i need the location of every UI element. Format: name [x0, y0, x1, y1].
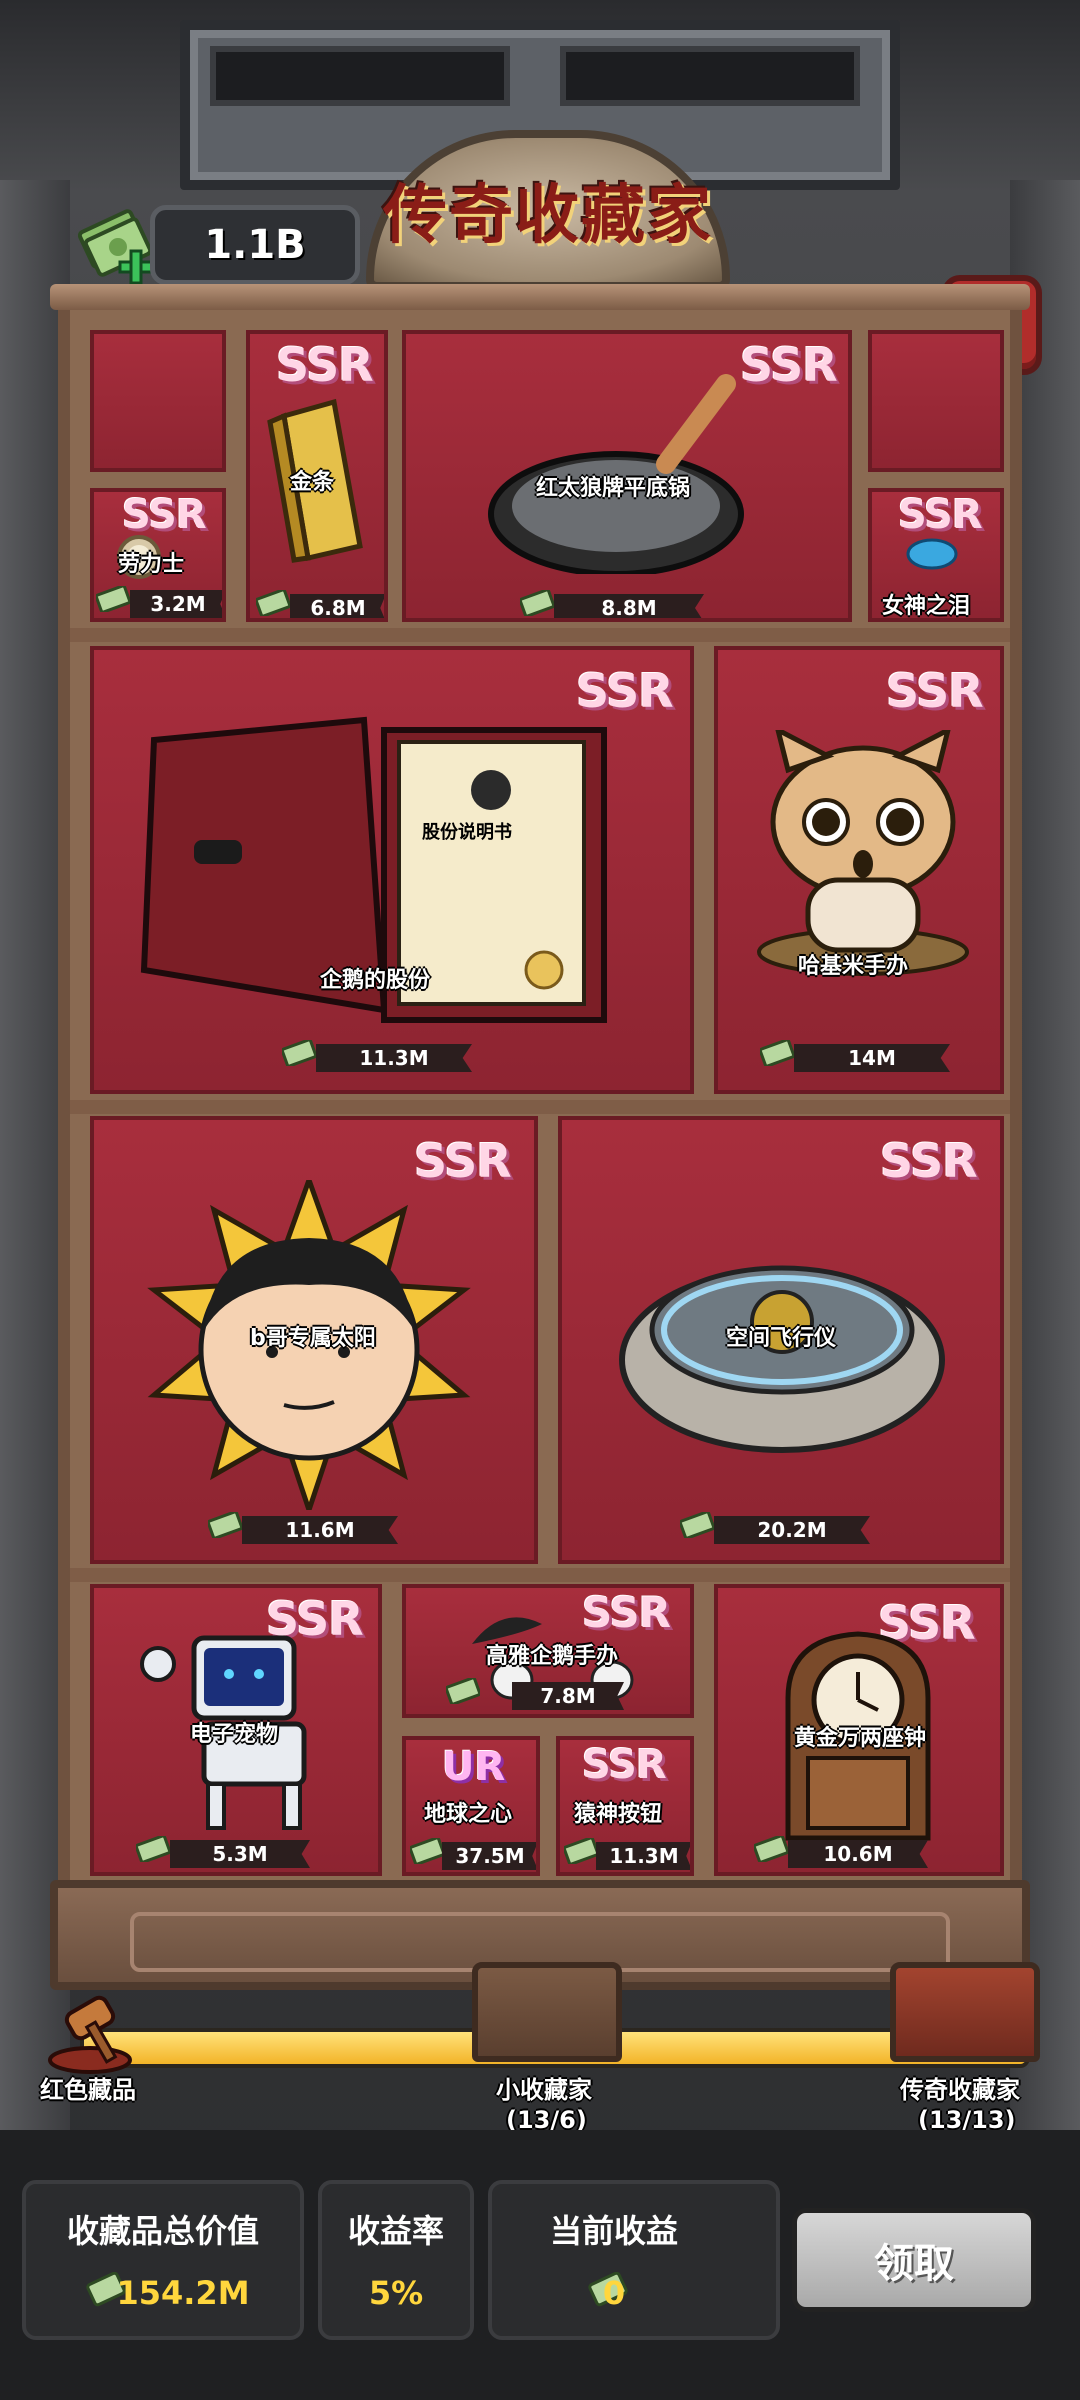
money-balance: 1.1B [150, 205, 360, 285]
shelf [70, 1568, 1010, 1582]
item-name: b哥专属太阳 [250, 1326, 376, 1351]
claim-button[interactable]: 领取 [792, 2208, 1036, 2312]
total-value-box: 收藏品总价值 154.2M [22, 2180, 304, 2340]
item-name: 红太狼牌平底锅 [536, 476, 691, 501]
cash-icon [758, 1038, 796, 1068]
current-earnings-title: 当前收益 [549, 2212, 678, 2250]
item-value: 14M [794, 1044, 950, 1072]
cash-icon [678, 1510, 716, 1540]
cash-icon [134, 1834, 172, 1864]
shelf [70, 628, 1010, 642]
current-earnings-box: 当前收益 0 [488, 2180, 780, 2340]
total-value: 154.2M [116, 2274, 250, 2312]
item-value: 37.5M [442, 1842, 536, 1870]
item-name: 金条 [290, 470, 335, 495]
item-name: 空间飞行仪 [726, 1326, 837, 1351]
rarity-badge: SSR [880, 1134, 978, 1188]
rate-title: 收益率 [347, 2212, 444, 2250]
item-name: 劳力士 [118, 552, 185, 577]
item-value: 11.3M [596, 1842, 690, 1870]
cash-icon [444, 1676, 482, 1706]
item-name: 哈基米手办 [798, 954, 909, 979]
chest-small-collector[interactable] [472, 1962, 622, 2062]
item-value: 10.6M [788, 1840, 928, 1868]
item-slot-earth-heart[interactable]: UR 地球之心 37.5M [402, 1736, 540, 1876]
cat-figure-icon [757, 730, 969, 976]
total-value-title: 收藏品总价值 [66, 2212, 259, 2250]
window-pane [210, 46, 510, 106]
item-name: 高雅企鹅手办 [486, 1644, 619, 1669]
rate-value: 5% [368, 2274, 424, 2312]
gem-icon [906, 538, 958, 570]
cash-plus-icon[interactable] [77, 200, 158, 290]
item-name: 猿神按钮 [574, 1802, 663, 1827]
item-slot-rolex[interactable]: SSR 劳力士 3.2M [90, 488, 226, 622]
item-value: 8.8M [554, 594, 704, 618]
rarity-badge: UR [442, 1744, 506, 1790]
cash-icon [408, 1836, 446, 1866]
item-name: 电子宠物 [190, 1722, 279, 1747]
item-name: 地球之心 [424, 1802, 513, 1827]
document-title: 股份说明书 [422, 822, 512, 843]
cash-icon [280, 1038, 318, 1068]
cabinet-top-trim [50, 284, 1030, 310]
rate-box: 收益率 5% [318, 2180, 474, 2340]
item-value: 7.8M [512, 1682, 624, 1710]
milestone-label: 传奇收藏家 [900, 2076, 1020, 2104]
item-value: 11.3M [316, 1044, 472, 1072]
item-name: 女神之泪 [882, 594, 971, 619]
slot-empty [868, 330, 1004, 472]
item-value: 3.2M [130, 590, 222, 618]
cash-icon [94, 584, 132, 614]
item-value: 5.3M [170, 1840, 310, 1868]
rarity-badge: SSR [582, 1742, 667, 1788]
slot-empty [90, 330, 226, 472]
shelf [70, 1100, 1010, 1114]
item-slot-e-pet[interactable]: SSR 电子宠物 5.3M [90, 1584, 382, 1876]
item-slot-penguin-shares[interactable]: SSR 股份说明书 企鹅的股份 11.3M [90, 646, 694, 1094]
item-value: 20.2M [714, 1516, 870, 1544]
milestone-label: 小收藏家 [496, 2076, 592, 2104]
item-slot-frying-pan[interactable]: SSR 红太狼牌平底锅 8.8M [402, 330, 852, 622]
cash-icon [206, 1510, 244, 1540]
item-slot-space-craft[interactable]: SSR 空间飞行仪 20.2M [558, 1116, 1004, 1564]
item-slot-sun[interactable]: SSR b哥专属太阳 11.6M [90, 1116, 538, 1564]
item-slot-gold-bar[interactable]: SSR 金条 6.8M [246, 330, 388, 622]
current-earnings-value: 0 [602, 2274, 626, 2312]
chest-legend-collector[interactable] [890, 1962, 1040, 2062]
item-slot-goddess-tear[interactable]: SSR 女神之泪 [868, 488, 1004, 622]
cash-icon [752, 1834, 790, 1864]
item-slot-ape-button[interactable]: SSR 猿神按钮 11.3M [556, 1736, 694, 1876]
item-slot-cat-figure[interactable]: SSR 哈基米手办 14M [714, 646, 1004, 1094]
rarity-badge: SSR [898, 492, 983, 538]
cash-icon [562, 1836, 600, 1866]
rarity-badge: SSR [276, 338, 374, 392]
progress-start-label: 红色藏品 [40, 2076, 136, 2104]
item-slot-penguin-figure[interactable]: SSR 高雅企鹅手办 7.8M [402, 1584, 694, 1718]
item-name: 黄金万两座钟 [794, 1726, 927, 1751]
gavel-icon [48, 1995, 132, 2074]
rarity-badge: SSR [886, 664, 984, 718]
cash-icon [518, 588, 556, 618]
window-pane [560, 46, 860, 106]
rarity-badge: SSR [740, 338, 838, 392]
item-slot-clock[interactable]: SSR 黄金万两座钟 10.6M [714, 1584, 1004, 1876]
cash-icon [254, 588, 292, 618]
page-title: 传奇收藏家 [383, 178, 713, 253]
item-value: 6.8M [290, 594, 384, 618]
item-name: 企鹅的股份 [320, 968, 431, 993]
item-value: 11.6M [242, 1516, 398, 1544]
